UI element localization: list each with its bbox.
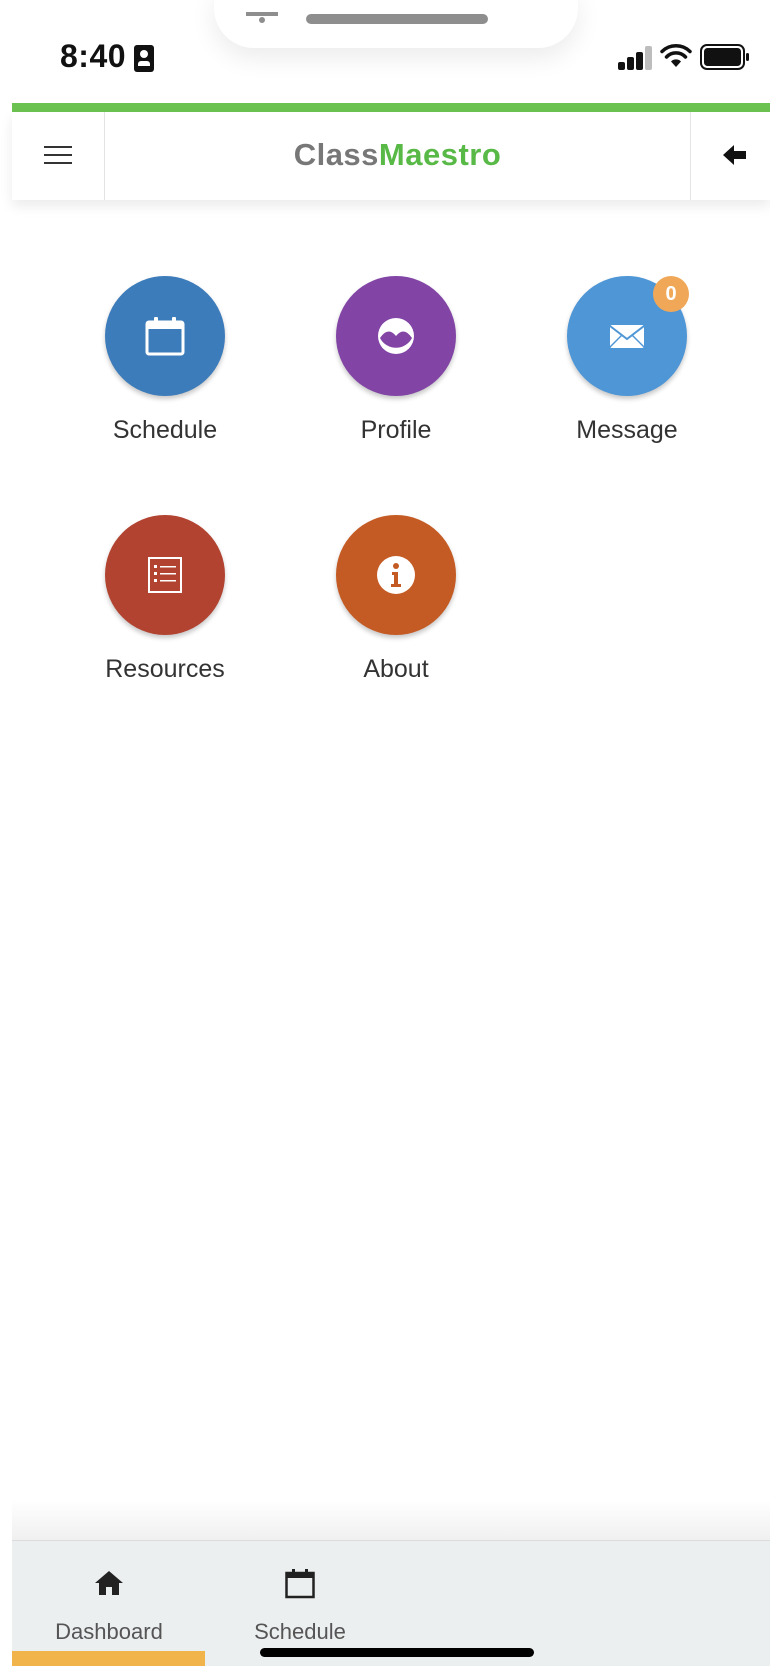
app-header: ClassMaestro: [12, 112, 770, 200]
hamburger-icon: [44, 146, 72, 148]
battery-icon: [700, 44, 749, 70]
active-tab-indicator: [12, 1651, 205, 1666]
brand-class: Class: [293, 137, 379, 172]
schedule-circle[interactable]: [105, 276, 225, 396]
wifi-icon: [660, 44, 692, 67]
tile-message[interactable]: 0 Message: [537, 276, 717, 476]
nav-label: Schedule: [254, 1619, 346, 1644]
list-icon: [148, 557, 182, 593]
signal-icon: [618, 46, 654, 70]
profile-circle[interactable]: [336, 276, 456, 396]
contact-card-icon: [134, 45, 154, 72]
tile-schedule[interactable]: Schedule: [75, 276, 255, 476]
calendar-icon: [145, 317, 185, 356]
info-icon: [377, 556, 415, 594]
status-time: 8:40: [60, 38, 127, 74]
tile-label: Message: [576, 416, 678, 444]
resources-circle[interactable]: [105, 515, 225, 635]
menu-button[interactable]: [12, 112, 105, 200]
nav-label: Dashboard: [55, 1619, 163, 1644]
envelope-icon: [609, 325, 645, 348]
header-accent-bar: [12, 103, 770, 112]
nav-dashboard[interactable]: Dashboard: [14, 1541, 204, 1666]
dynamic-notch: [214, 0, 578, 48]
home-indicator: [260, 1648, 534, 1657]
home-icon: [95, 1571, 123, 1595]
tile-label: Resources: [105, 655, 225, 683]
about-circle[interactable]: [336, 515, 456, 635]
tile-resources[interactable]: Resources: [75, 515, 255, 715]
tile-label: Schedule: [112, 416, 218, 444]
hamburger-icon: [44, 162, 72, 164]
back-button[interactable]: [690, 112, 770, 200]
arrow-left-icon: [723, 145, 746, 165]
tile-label: About: [363, 655, 429, 683]
notch-handle: [306, 14, 488, 24]
tile-label: Profile: [360, 416, 432, 444]
bottom-nav-shadow: [12, 1500, 770, 1540]
message-count-badge: 0: [653, 276, 689, 312]
status-bar: 8:40: [0, 0, 770, 110]
tile-about[interactable]: About: [306, 515, 486, 715]
calendar-icon: [285, 1569, 315, 1599]
tile-profile[interactable]: Profile: [306, 276, 486, 476]
hamburger-icon: [44, 154, 72, 156]
profile-icon: [378, 318, 414, 354]
brand-maestro: Maestro: [378, 137, 502, 172]
notch-indicator-icon: [246, 12, 278, 23]
app-title: ClassMaestro: [105, 112, 690, 200]
